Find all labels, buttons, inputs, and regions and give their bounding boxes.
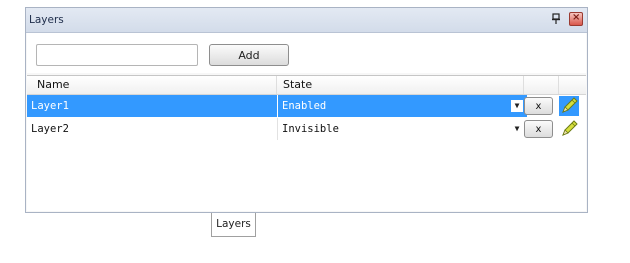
layer-name-cell[interactable]: Layer2: [27, 118, 277, 140]
layer-toolbar: Add: [27, 33, 586, 73]
panel-titlebar: Layers ×: [26, 8, 587, 33]
layer-state-value: Enabled: [282, 100, 327, 112]
column-header-name[interactable]: Name: [27, 76, 277, 94]
grid-header: Name State: [27, 76, 586, 95]
pin-icon[interactable]: [550, 13, 562, 25]
delete-layer-button[interactable]: x: [524, 97, 553, 115]
chevron-down-icon[interactable]: ▼: [511, 123, 523, 135]
close-glyph: ×: [572, 12, 581, 23]
layer-name-input[interactable]: [36, 44, 198, 66]
layer-state-cell[interactable]: Enabled ▼: [277, 95, 527, 117]
add-layer-button[interactable]: Add: [209, 44, 289, 66]
close-icon[interactable]: ×: [569, 12, 583, 26]
column-header-delete: [524, 76, 559, 94]
layers-panel: Layers × Add Name State Layer1 Enabled ▼…: [25, 7, 588, 213]
pencil-icon[interactable]: [559, 96, 579, 116]
tab-layers[interactable]: Layers: [211, 213, 256, 237]
table-row[interactable]: Layer2 Invisible ▼ x: [27, 118, 586, 140]
delete-layer-button[interactable]: x: [524, 120, 553, 138]
layer-name-cell[interactable]: Layer1: [27, 95, 277, 117]
column-header-edit: [559, 76, 586, 94]
table-row[interactable]: Layer1 Enabled ▼ x: [27, 95, 586, 117]
layers-grid: Name State Layer1 Enabled ▼ x Layer2 Inv…: [27, 75, 586, 211]
pencil-icon[interactable]: [559, 119, 579, 139]
column-header-state[interactable]: State: [277, 76, 524, 94]
layer-state-cell[interactable]: Invisible ▼: [277, 118, 527, 140]
panel-title: Layers: [29, 14, 64, 26]
layer-state-value: Invisible: [282, 123, 339, 135]
chevron-down-icon[interactable]: ▼: [511, 100, 523, 112]
